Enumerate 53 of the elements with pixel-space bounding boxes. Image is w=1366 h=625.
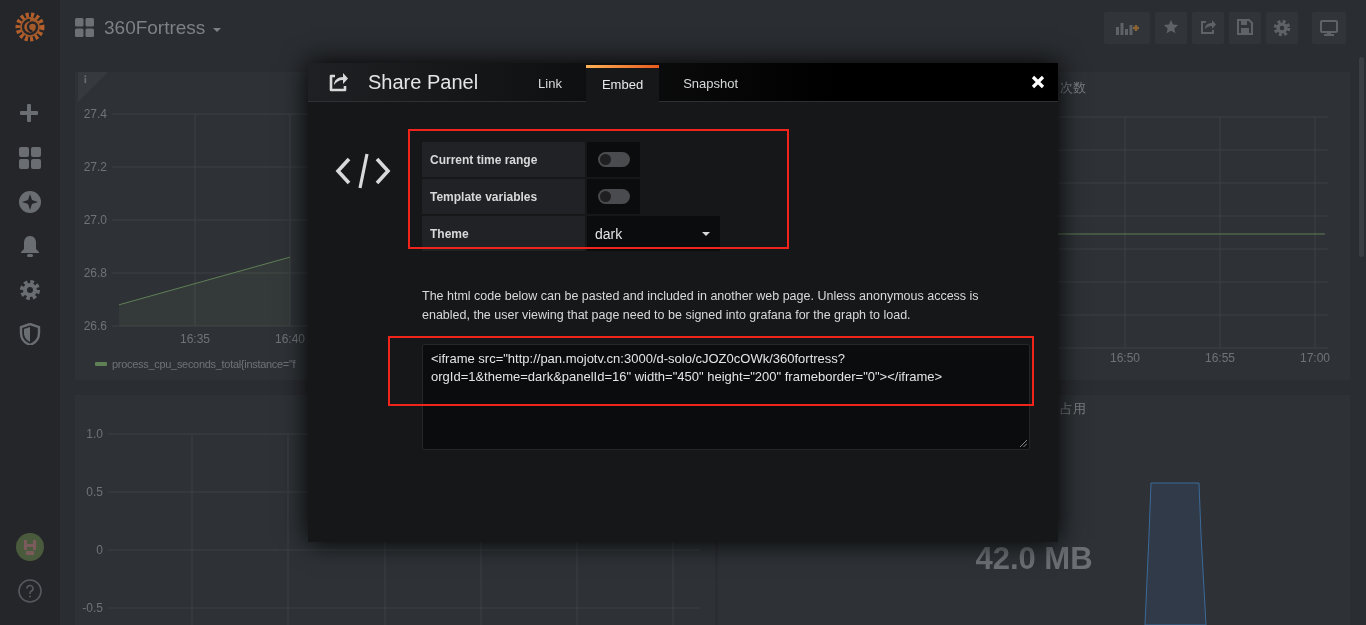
monitor-icon (1320, 18, 1338, 37)
toggle-switch[interactable] (597, 152, 630, 167)
save-button[interactable] (1229, 11, 1261, 44)
axis-label: 16:55 (1205, 351, 1235, 365)
axis-label: 16:35 (180, 332, 210, 346)
help-icon[interactable] (18, 579, 42, 603)
description-text: The html code below can be pasted and included in another web page. Unless anonymous access is enabled, the user viewing that page need to be signed into grafana for the graph to load. (422, 288, 980, 324)
grid-icon (75, 18, 94, 37)
option-label: Template variables (422, 179, 585, 214)
axis-label: 16:50 (1110, 351, 1140, 365)
axis-label: -0.5 (82, 601, 103, 615)
plus-icon[interactable] (19, 103, 41, 125)
close-button[interactable] (1030, 74, 1046, 90)
tab[interactable]: Embed (585, 65, 660, 102)
modal-title: Share Panel (368, 70, 479, 94)
axis-label: 26.6 (83, 319, 107, 333)
shield-icon[interactable] (19, 323, 41, 345)
settings-button[interactable] (1266, 11, 1298, 44)
tab[interactable]: Snapshot (659, 65, 763, 102)
axis-label: 0 (96, 543, 103, 557)
axis-label: 16:40 (275, 332, 305, 346)
axis-label: 1.0 (86, 427, 103, 441)
star-button[interactable] (1155, 11, 1187, 44)
avatar-icon[interactable] (16, 533, 44, 561)
axis-label: 27.2 (83, 160, 107, 174)
view-mode-button[interactable] (1312, 11, 1346, 44)
toggle-switch[interactable] (597, 189, 630, 204)
share-button[interactable] (1192, 11, 1224, 44)
resize-grip-icon (1019, 439, 1027, 447)
share-icon (1200, 18, 1216, 37)
gear-icon (1273, 18, 1291, 37)
legend-swatch (95, 362, 107, 366)
add-panel-button[interactable] (1104, 11, 1150, 44)
axis-label: 27.0 (83, 213, 107, 227)
grid-icon[interactable] (19, 147, 41, 169)
share-icon (328, 72, 348, 92)
axis-label: 0.5 (86, 485, 103, 499)
code-icon (335, 152, 391, 190)
panel-title: 次数 (1060, 79, 1086, 97)
tab[interactable]: Link (514, 65, 586, 102)
stat-value: 42.0 MB (974, 541, 1094, 577)
axis-label: 26.8 (83, 266, 107, 280)
option-label: Current time range (422, 142, 585, 177)
close-icon (1030, 74, 1046, 90)
gear-icon[interactable] (19, 279, 41, 301)
embed-code-field[interactable]: <iframe src="http://pan.mojotv.cn:3000/d-solo/cJOZ0cOWk/360fortress?orgId=1&theme=dark&panelId=16" width="450" height="200" frameborder="0"></iframe> (422, 344, 1030, 450)
axis-label: 17:00 (1300, 351, 1330, 365)
compass-icon[interactable] (19, 191, 41, 213)
bell-icon[interactable] (19, 235, 41, 257)
option-label: Theme (422, 216, 585, 251)
spiral-logo-icon[interactable] (14, 11, 46, 43)
axis-label: 27.4 (83, 107, 107, 121)
theme-select[interactable]: dark (587, 216, 720, 251)
